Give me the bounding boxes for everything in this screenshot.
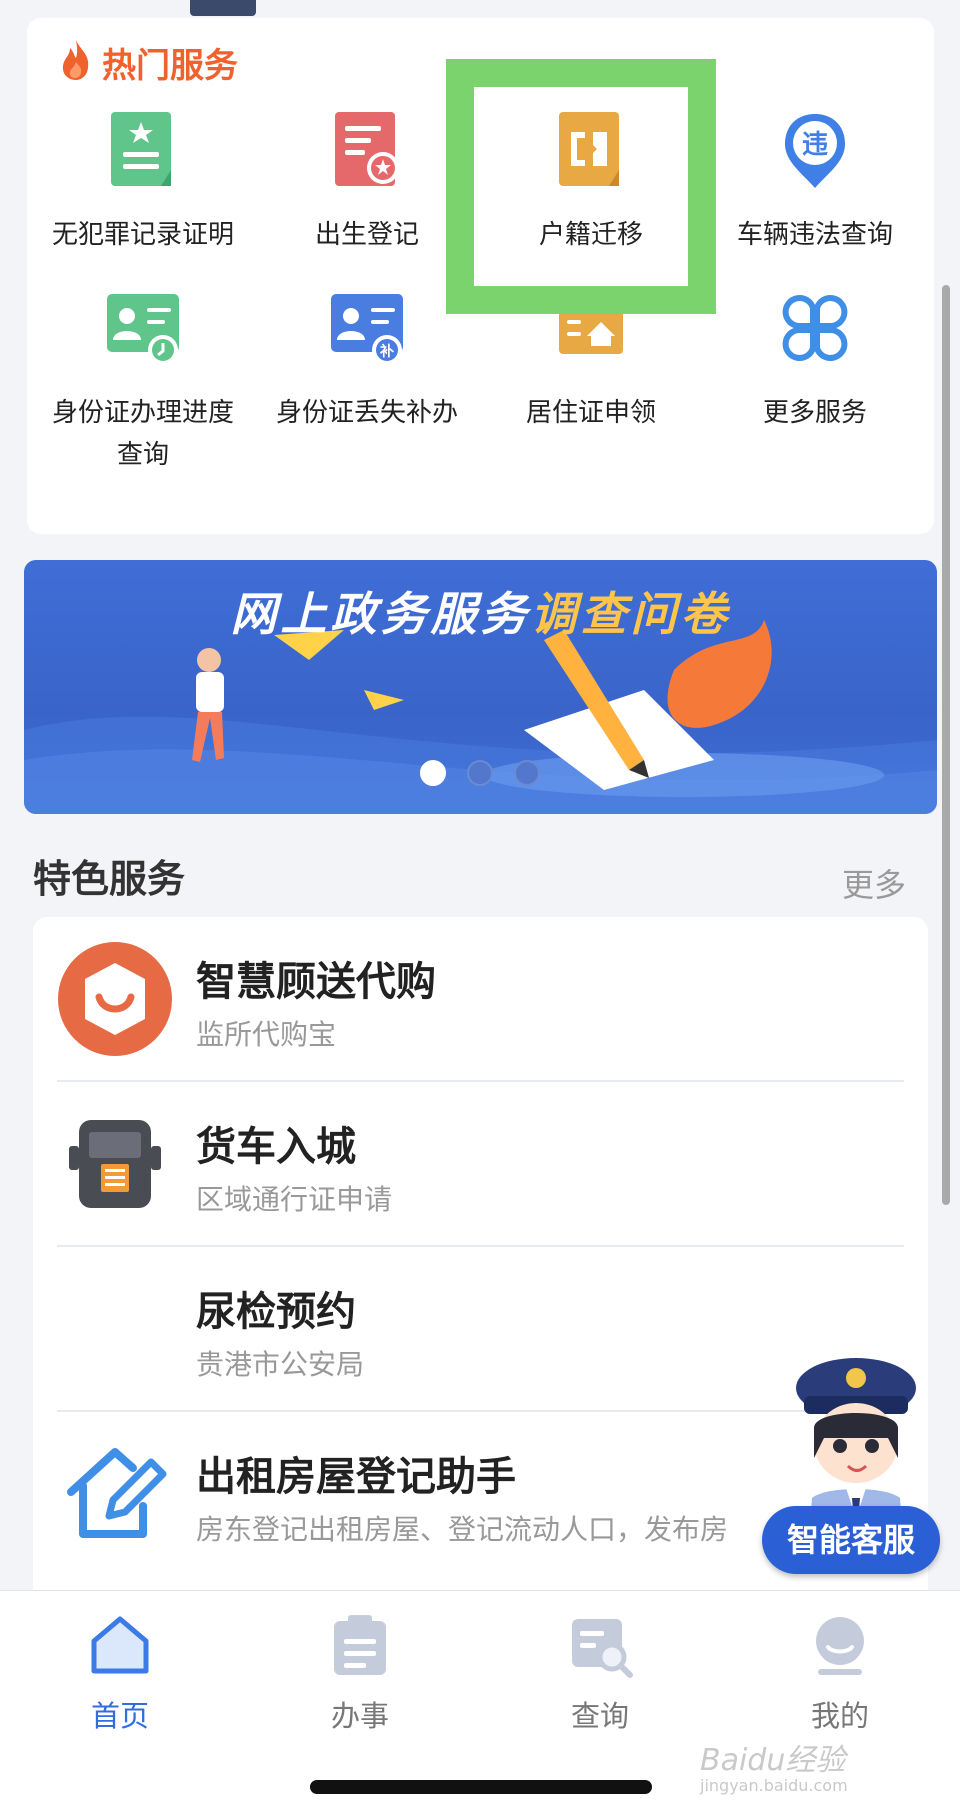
scrollbar[interactable] [942,285,950,1205]
service-label: 居住证申领 [525,398,656,428]
service-label: 车辆违法查询 [736,220,893,250]
service-label: 身份证丢失补办 [275,398,458,428]
featured-item-title: 货车入城 [196,1124,356,1170]
featured-more-link[interactable]: 更多 [842,860,906,906]
survey-banner[interactable]: 网上政务服务调查问卷 [24,560,937,814]
banner-title-highlight: 调查问卷 [530,587,731,641]
smile-bag-icon [58,942,172,1056]
banner-title: 网上政务服务调查问卷 [24,578,937,644]
tab-home[interactable]: 首页 [0,1611,240,1735]
banner-dot-1[interactable] [420,760,446,786]
featured-item-subtitle: 监所代购宝 [196,1018,337,1051]
watermark: Baidu经验 [700,1743,846,1778]
tab-services[interactable]: 办事 [240,1611,480,1735]
service-label: 无犯罪记录证明 [51,220,234,250]
featured-item-truck-entry[interactable]: 货车入城 区域通行证申请 [33,1082,928,1247]
featured-item-subtitle: 区域通行证申请 [196,1183,393,1216]
featured-section-title: 特色服务 [33,857,186,901]
hot-services-title: 热门服务 [102,46,238,86]
service-vehicle-violation[interactable]: 违 车辆违法查询 [703,110,927,256]
search-doc-icon [572,1619,633,1678]
smart-service-button[interactable]: 智能客服 [762,1506,940,1574]
featured-item-title: 出租房屋登记助手 [196,1454,516,1500]
watermark-url: jingyan.baidu.com [700,1776,848,1795]
tab-query[interactable]: 查询 [480,1611,720,1735]
tab-label: 首页 [90,1699,149,1733]
truck-icon [69,1120,161,1208]
featured-item-title: 尿检预约 [196,1289,356,1335]
service-more[interactable]: 更多服务 [703,288,927,434]
featured-item-title: 智慧顾送代购 [196,959,436,1005]
service-id-progress[interactable]: 身份证办理进度 查询 [31,288,255,476]
highlight-box [446,59,716,314]
service-no-criminal-record[interactable]: 无犯罪记录证明 [31,110,255,256]
top-image-edge [190,0,256,16]
featured-item-subtitle: 贵港市公安局 [196,1348,365,1381]
certificate-star-icon [111,112,171,186]
house-edit-icon [67,1448,167,1538]
vehicle-violation-icon: 违 [785,114,845,188]
banner-dot-3[interactable] [514,760,540,786]
service-label: 更多服务 [762,398,867,428]
tab-mine[interactable]: 我的 [720,1611,960,1735]
user-icon [816,1617,864,1675]
banner-title-main: 网上政务服务 [230,587,531,641]
featured-item-smart-purchase[interactable]: 智慧顾送代购 监所代购宝 [33,917,928,1082]
banner-dot-2[interactable] [467,760,493,786]
tab-label: 查询 [570,1699,629,1733]
home-indicator[interactable] [310,1780,652,1794]
violation-glyph: 违 [802,130,828,160]
service-label: 身份证办理进度 查询 [51,398,234,470]
id-replace-icon: 补 [331,294,403,365]
featured-item-subtitle: 房东登记出租房屋、登记流动人口，发布房 [196,1513,729,1546]
replace-glyph: 补 [379,343,394,360]
tab-label: 我的 [810,1699,869,1733]
clipboard-icon [334,1615,386,1675]
home-icon [91,1616,149,1674]
flame-icon [62,40,89,80]
birth-registration-icon [335,112,399,186]
tab-label: 办事 [330,1699,389,1733]
id-progress-icon [107,294,179,365]
more-services-icon [782,295,848,361]
